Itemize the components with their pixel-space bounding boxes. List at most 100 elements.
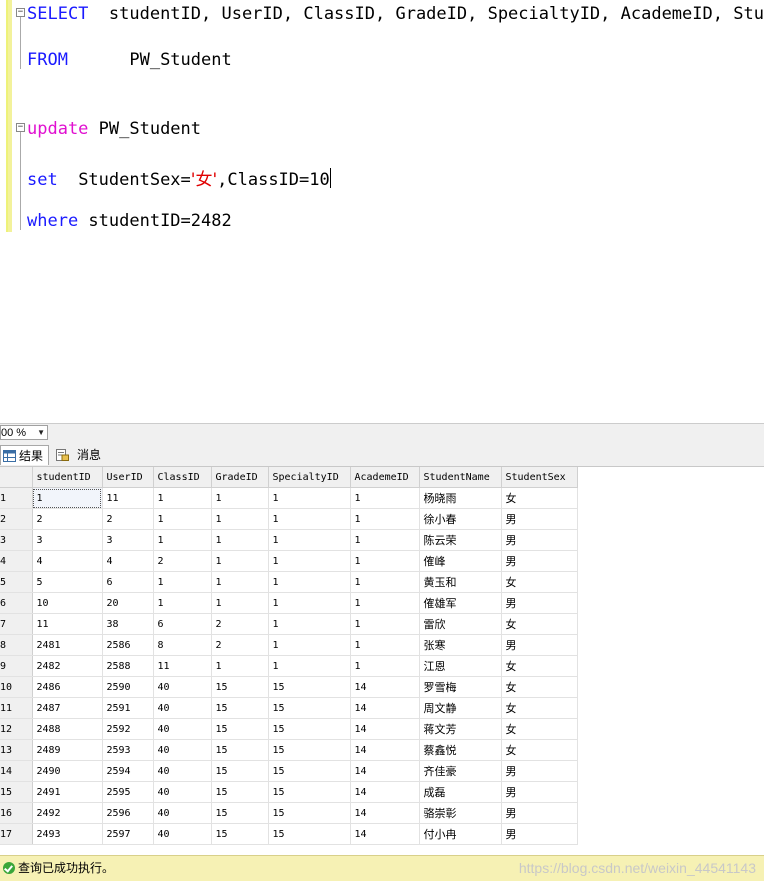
- table-cell[interactable]: 2: [153, 550, 212, 572]
- collapse-icon[interactable]: −: [16, 8, 25, 17]
- table-cell[interactable]: 2: [211, 634, 269, 656]
- row-number[interactable]: 14: [0, 760, 33, 782]
- table-cell[interactable]: 2586: [102, 634, 154, 656]
- row-number[interactable]: 17: [0, 823, 33, 845]
- table-cell[interactable]: 杨晓雨: [419, 487, 502, 509]
- column-header[interactable]: SpecialtyID: [268, 467, 351, 488]
- table-cell[interactable]: 40: [153, 739, 212, 761]
- tab-results[interactable]: 结果: [0, 445, 49, 465]
- table-cell[interactable]: 1: [268, 550, 351, 572]
- table-row[interactable]: 4 4 4 2 1 1 1 傕峰男: [0, 550, 578, 572]
- row-number[interactable]: 8: [0, 634, 33, 656]
- table-cell[interactable]: 蔡鑫悦: [419, 739, 502, 761]
- table-cell[interactable]: 14: [350, 760, 420, 782]
- table-cell[interactable]: 15: [211, 760, 269, 782]
- table-cell[interactable]: 40: [153, 760, 212, 782]
- table-row[interactable]: 1 1 11 1 1 1 1 杨晓雨女: [0, 487, 578, 509]
- table-cell[interactable]: 2: [102, 508, 154, 530]
- table-cell[interactable]: 6: [153, 613, 212, 635]
- table-cell[interactable]: 男: [501, 529, 578, 551]
- table-cell[interactable]: 2481: [32, 634, 103, 656]
- table-cell[interactable]: 成磊: [419, 781, 502, 803]
- table-cell[interactable]: 男: [501, 592, 578, 614]
- column-header[interactable]: GradeID: [211, 467, 269, 488]
- table-row[interactable]: 2 2 2 1 1 1 1 徐小春男: [0, 508, 578, 530]
- table-cell[interactable]: 11: [32, 613, 103, 635]
- table-cell[interactable]: 1: [268, 592, 351, 614]
- table-cell[interactable]: 4: [32, 550, 103, 572]
- table-cell[interactable]: 15: [211, 823, 269, 845]
- table-cell[interactable]: 1: [350, 592, 420, 614]
- table-cell[interactable]: 1: [211, 655, 269, 677]
- table-cell[interactable]: 2597: [102, 823, 154, 845]
- row-number[interactable]: 7: [0, 613, 33, 635]
- table-cell[interactable]: 10: [32, 592, 103, 614]
- table-cell[interactable]: 1: [153, 529, 212, 551]
- row-number[interactable]: 10: [0, 676, 33, 698]
- table-cell[interactable]: 1: [153, 508, 212, 530]
- row-number[interactable]: 15: [0, 781, 33, 803]
- table-cell[interactable]: 1: [153, 592, 212, 614]
- table-cell[interactable]: 女: [501, 718, 578, 740]
- table-cell[interactable]: 2490: [32, 760, 103, 782]
- table-cell[interactable]: 1: [350, 550, 420, 572]
- table-cell[interactable]: 1: [268, 508, 351, 530]
- table-cell[interactable]: 15: [211, 697, 269, 719]
- table-cell[interactable]: 男: [501, 802, 578, 824]
- table-cell[interactable]: 2492: [32, 802, 103, 824]
- results-grid[interactable]: studentID UserID ClassID GradeID Special…: [0, 467, 764, 855]
- table-cell[interactable]: 江恩: [419, 655, 502, 677]
- table-cell[interactable]: 15: [268, 823, 351, 845]
- table-cell[interactable]: 11: [102, 487, 154, 509]
- table-cell[interactable]: 14: [350, 718, 420, 740]
- table-cell[interactable]: 1: [211, 571, 269, 593]
- table-cell[interactable]: 40: [153, 718, 212, 740]
- table-cell[interactable]: 男: [501, 760, 578, 782]
- table-cell[interactable]: 2588: [102, 655, 154, 677]
- row-number[interactable]: 13: [0, 739, 33, 761]
- table-row[interactable]: 13 2489 2593 40 15 15 14 蔡鑫悦女: [0, 739, 578, 761]
- table-cell[interactable]: 15: [211, 739, 269, 761]
- table-cell[interactable]: 2592: [102, 718, 154, 740]
- table-cell[interactable]: 1: [350, 613, 420, 635]
- table-cell[interactable]: 14: [350, 802, 420, 824]
- chevron-down-icon[interactable]: ▼: [37, 426, 45, 440]
- table-cell[interactable]: 2489: [32, 739, 103, 761]
- table-cell[interactable]: 15: [268, 760, 351, 782]
- row-number[interactable]: 9: [0, 655, 33, 677]
- table-cell[interactable]: 女: [501, 613, 578, 635]
- table-cell[interactable]: 女: [501, 739, 578, 761]
- table-cell[interactable]: 1: [32, 487, 103, 509]
- table-row[interactable]: 6 10 20 1 1 1 1 傕雄军男: [0, 592, 578, 614]
- column-header[interactable]: ClassID: [153, 467, 212, 488]
- row-number[interactable]: 16: [0, 802, 33, 824]
- table-cell[interactable]: 男: [501, 781, 578, 803]
- tab-messages[interactable]: 消息: [53, 445, 105, 465]
- table-cell[interactable]: 15: [211, 781, 269, 803]
- column-header[interactable]: StudentName: [419, 467, 502, 488]
- table-cell[interactable]: 15: [268, 676, 351, 698]
- table-cell[interactable]: 1: [350, 571, 420, 593]
- table-row[interactable]: 15 2491 2595 40 15 15 14 成磊男: [0, 781, 578, 803]
- table-row[interactable]: 9 2482 2588 11 1 1 1 江恩女: [0, 655, 578, 677]
- table-cell[interactable]: 2493: [32, 823, 103, 845]
- row-number[interactable]: 5: [0, 571, 33, 593]
- table-cell[interactable]: 罗雪梅: [419, 676, 502, 698]
- table-cell[interactable]: 20: [102, 592, 154, 614]
- table-cell[interactable]: 蒋文芳: [419, 718, 502, 740]
- table-cell[interactable]: 1: [211, 508, 269, 530]
- table-cell[interactable]: 1: [153, 487, 212, 509]
- table-cell[interactable]: 15: [211, 802, 269, 824]
- table-cell[interactable]: 2593: [102, 739, 154, 761]
- table-row[interactable]: 8 2481 2586 8 2 1 1 张寒男: [0, 634, 578, 656]
- table-cell[interactable]: 40: [153, 781, 212, 803]
- table-cell[interactable]: 2486: [32, 676, 103, 698]
- table-row[interactable]: 3 3 3 1 1 1 1 陈云荣男: [0, 529, 578, 551]
- table-cell[interactable]: 1: [211, 529, 269, 551]
- table-cell[interactable]: 1: [211, 592, 269, 614]
- table-cell[interactable]: 5: [32, 571, 103, 593]
- table-cell[interactable]: 14: [350, 697, 420, 719]
- table-cell[interactable]: 15: [211, 676, 269, 698]
- table-cell[interactable]: 14: [350, 823, 420, 845]
- column-header[interactable]: studentID: [32, 467, 103, 488]
